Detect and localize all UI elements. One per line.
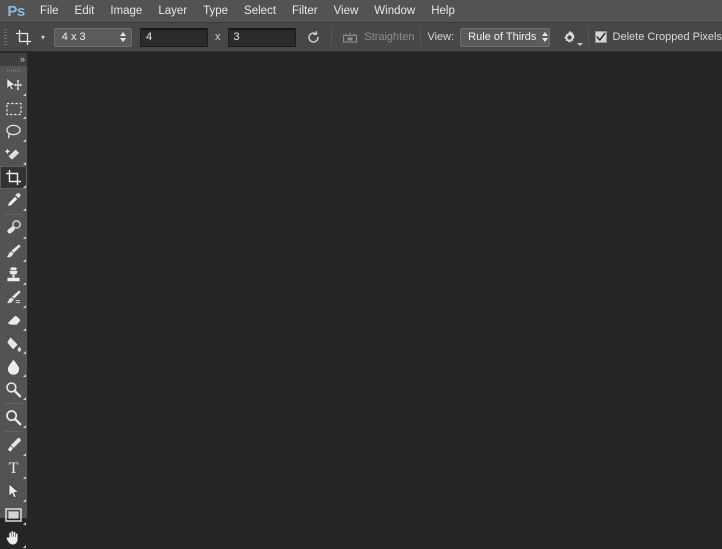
tool-move[interactable] xyxy=(0,74,27,97)
tool-flyout-indicator-icon xyxy=(23,236,26,239)
crop-overlay-view-select[interactable]: Rule of Thirds xyxy=(460,27,551,47)
tool-hand[interactable] xyxy=(0,526,27,549)
tool-flyout-indicator-icon xyxy=(23,499,26,502)
tool-flyout-indicator-icon xyxy=(23,476,26,479)
straighten-label[interactable]: Straighten xyxy=(364,31,414,43)
tool-eraser[interactable] xyxy=(0,309,27,332)
tool-flyout-indicator-icon xyxy=(23,282,26,285)
photoshop-logo: Ps xyxy=(7,2,25,20)
tool-flyout-indicator-icon xyxy=(23,116,26,119)
collapse-panel-chevron-icon[interactable]: » xyxy=(20,55,25,64)
gear-icon[interactable] xyxy=(558,26,583,49)
tool-flyout-indicator-icon xyxy=(23,328,26,331)
tool-flyout-indicator-icon xyxy=(23,425,26,428)
menu-item-image[interactable]: Image xyxy=(102,0,150,23)
tool-spot-healing-brush[interactable] xyxy=(0,217,27,240)
tool-flyout-indicator-icon xyxy=(23,453,26,456)
tools-divider xyxy=(4,431,23,432)
options-separator-3 xyxy=(587,27,589,47)
menu-item-file[interactable]: File xyxy=(32,0,67,23)
delete-cropped-pixels-checkbox[interactable]: Delete Cropped Pixels xyxy=(594,31,722,43)
tool-type[interactable]: T xyxy=(0,457,27,480)
tool-flyout-indicator-icon xyxy=(23,351,26,354)
tool-blur[interactable] xyxy=(0,355,27,378)
options-bar-grip[interactable] xyxy=(2,23,9,52)
tools-panel-drag-handle[interactable] xyxy=(0,66,27,74)
tool-flyout-indicator-icon xyxy=(23,139,26,142)
tools-divider xyxy=(4,403,23,404)
menu-item-layer[interactable]: Layer xyxy=(150,0,195,23)
tool-flyout-indicator-icon xyxy=(23,522,26,525)
checkbox-checked-icon[interactable] xyxy=(594,31,607,43)
tool-crop[interactable] xyxy=(0,166,27,189)
menu-item-edit[interactable]: Edit xyxy=(67,0,103,23)
tools-panel: » T xyxy=(0,53,28,548)
tool-rectangular-marquee[interactable] xyxy=(0,97,27,120)
tool-flyout-indicator-icon xyxy=(23,374,26,377)
menu-item-view[interactable]: View xyxy=(326,0,367,23)
delete-cropped-pixels-label[interactable]: Delete Cropped Pixels xyxy=(613,31,722,43)
tool-flyout-indicator-icon xyxy=(23,93,26,96)
tool-flyout-indicator-icon xyxy=(23,397,26,400)
tool-flyout-indicator-icon xyxy=(23,162,26,165)
menu-item-type[interactable]: Type xyxy=(195,0,236,23)
crop-preset-select[interactable]: 4 x 3 xyxy=(53,27,133,47)
tool-path-selection[interactable] xyxy=(0,480,27,503)
crop-overlay-view-value: Rule of Thirds xyxy=(468,31,537,43)
tool-brush[interactable] xyxy=(0,240,27,263)
menu-item-filter[interactable]: Filter xyxy=(284,0,326,23)
crop-width-input[interactable] xyxy=(140,27,209,47)
straighten-level-icon[interactable] xyxy=(338,26,361,49)
options-separator-1 xyxy=(330,27,332,47)
tool-flyout-indicator-icon xyxy=(23,185,26,188)
view-label: View: xyxy=(427,31,455,43)
tools-divider xyxy=(4,214,23,215)
dimension-separator-label: x xyxy=(215,31,221,43)
gear-dropdown-caret-icon[interactable] xyxy=(576,42,583,46)
stepper-arrows-icon[interactable] xyxy=(118,30,127,45)
view-stepper-arrows-icon[interactable] xyxy=(542,30,549,45)
tool-eyedropper[interactable] xyxy=(0,189,27,212)
menu-bar: Ps File Edit Image Layer Type Select Fil… xyxy=(0,0,722,23)
tool-rectangle-shape[interactable] xyxy=(0,503,27,526)
tool-flyout-indicator-icon xyxy=(23,259,26,262)
tool-quick-selection[interactable] xyxy=(0,143,27,166)
options-bar: ▾ 4 x 3 x Straighten View: Rule of Third… xyxy=(0,23,722,52)
tool-clone-stamp[interactable] xyxy=(0,263,27,286)
crop-tool-preset-caret-icon[interactable]: ▾ xyxy=(36,25,50,49)
menu-item-select[interactable]: Select xyxy=(236,0,284,23)
type-tool-glyph: T xyxy=(8,459,19,477)
tool-flyout-indicator-icon xyxy=(23,545,26,548)
tool-zoom[interactable] xyxy=(0,406,27,429)
crop-tool-icon[interactable] xyxy=(11,25,36,49)
tool-dodge[interactable] xyxy=(0,378,27,401)
menu-item-window[interactable]: Window xyxy=(366,0,423,23)
tools-panel-header[interactable]: » xyxy=(0,53,27,66)
tool-lasso[interactable] xyxy=(0,120,27,143)
document-canvas-area[interactable] xyxy=(29,53,722,518)
tool-pen[interactable] xyxy=(0,434,27,457)
tool-history-brush[interactable] xyxy=(0,286,27,309)
tool-flyout-indicator-icon xyxy=(23,208,26,211)
options-separator-2 xyxy=(420,27,422,47)
menu-item-help[interactable]: Help xyxy=(423,0,463,23)
crop-preset-value: 4 x 3 xyxy=(61,31,86,43)
crop-height-input[interactable] xyxy=(227,27,296,47)
tool-gradient[interactable] xyxy=(0,332,27,355)
swap-rotate-icon[interactable] xyxy=(302,26,325,49)
tool-flyout-indicator-icon xyxy=(23,305,26,308)
